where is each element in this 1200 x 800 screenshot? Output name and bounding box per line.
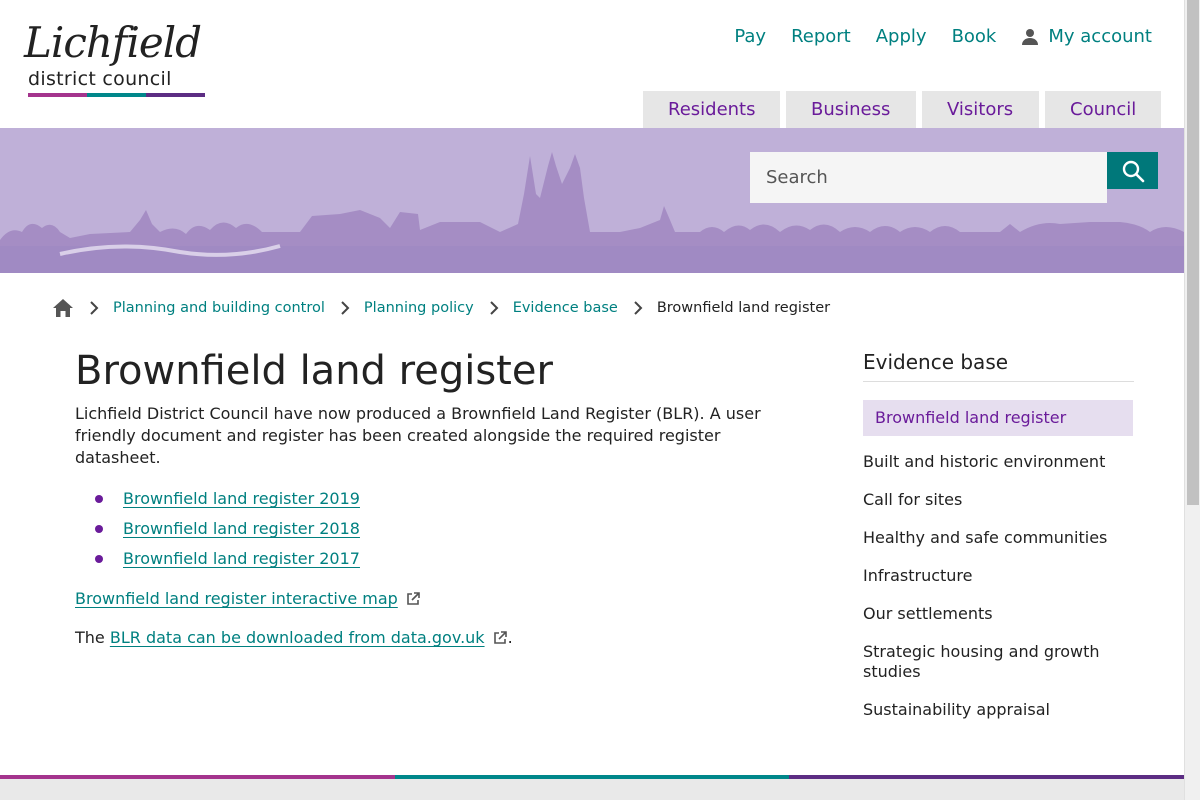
user-icon — [1022, 29, 1039, 45]
pay-link[interactable]: Pay — [734, 26, 766, 48]
book-link[interactable]: Book — [952, 26, 997, 48]
my-account-label: My account — [1048, 26, 1152, 47]
footer — [0, 779, 1184, 800]
download-paragraph: The BLR data can be downloaded from data… — [75, 627, 795, 649]
report-link[interactable]: Report — [791, 26, 851, 48]
bullet — [95, 525, 103, 533]
list-item: Brownfield land register 2019 — [75, 489, 795, 519]
interactive-map-paragraph: Brownfield land register interactive map — [75, 588, 795, 610]
register-2019-link[interactable]: Brownfield land register 2019 — [123, 489, 360, 508]
list-item: Brownfield land register 2018 — [75, 519, 795, 549]
sidebar-item-brownfield-land-register[interactable]: Brownfield land register — [863, 400, 1133, 436]
page: Lichfield district council Pay Report Ap… — [0, 0, 1184, 800]
sidebar-item-healthy-safe-communities[interactable]: Healthy and safe communities — [863, 528, 1134, 548]
home-icon — [53, 299, 73, 317]
breadcrumb: Planning and building control Planning p… — [52, 297, 830, 319]
chevron-right-icon — [489, 301, 499, 315]
list-item: Brownfield land register 2017 — [75, 549, 795, 579]
bullet — [95, 495, 103, 503]
main-content: Brownfield land register Lichfield Distr… — [75, 345, 795, 649]
page-title: Brownfield land register — [75, 348, 553, 394]
scrollbar-thumb[interactable] — [1187, 0, 1199, 505]
download-suffix: . — [507, 628, 513, 647]
bullet — [95, 555, 103, 563]
sidebar-item-call-for-sites[interactable]: Call for sites — [863, 490, 1134, 510]
chevron-right-icon — [90, 301, 99, 315]
breadcrumb-planning-building-control[interactable]: Planning and building control — [113, 298, 325, 318]
interactive-map-link[interactable]: Brownfield land register interactive map — [75, 588, 398, 610]
logo-subtitle: district council — [28, 68, 172, 90]
data-gov-uk-link[interactable]: BLR data can be downloaded from data.gov… — [110, 627, 485, 649]
breadcrumb-planning-policy[interactable]: Planning policy — [364, 298, 474, 318]
nav-tab-visitors[interactable]: Visitors — [922, 91, 1039, 128]
intro-paragraph: Lichfield District Council have now prod… — [75, 404, 761, 467]
chevron-right-icon — [341, 301, 350, 315]
breadcrumb-current: Brownfield land register — [656, 300, 831, 316]
register-links-list: Brownfield land register 2019 Brownfield… — [75, 489, 795, 579]
sidebar-item-sustainability-appraisal[interactable]: Sustainability appraisal — [863, 700, 1134, 720]
sidebar-item-infrastructure[interactable]: Infrastructure — [863, 566, 1134, 586]
logo-colour-bar — [28, 93, 205, 97]
sidebar-menu: Brownfield land register Built and histo… — [863, 400, 1134, 720]
external-link-icon — [493, 631, 507, 644]
search-input[interactable] — [750, 152, 1107, 203]
nav-tab-residents[interactable]: Residents — [643, 91, 780, 128]
hero-banner — [0, 128, 1184, 273]
council-logo[interactable]: Lichfield district council — [24, 22, 220, 98]
external-link-icon — [406, 592, 420, 605]
breadcrumb-evidence-base[interactable]: Evidence base — [513, 298, 618, 318]
search-button[interactable] — [1107, 152, 1158, 189]
search-icon — [1122, 160, 1144, 182]
sidebar-item-our-settlements[interactable]: Our settlements — [863, 604, 1134, 624]
register-2018-link[interactable]: Brownfield land register 2018 — [123, 519, 360, 538]
register-2017-link[interactable]: Brownfield land register 2017 — [123, 549, 360, 568]
sidebar-item-strategic-housing[interactable]: Strategic housing and growth studies — [863, 642, 1134, 682]
my-account-link[interactable]: My account — [1021, 26, 1152, 48]
page-scrollbar[interactable] — [1184, 0, 1200, 800]
nav-tab-council[interactable]: Council — [1045, 91, 1161, 128]
chevron-right-icon — [634, 301, 643, 315]
main-nav: Residents Business Visitors Council — [643, 91, 1161, 128]
breadcrumb-home[interactable] — [52, 297, 74, 319]
logo-wordmark: Lichfield — [24, 18, 202, 67]
sidebar-item-built-historic-environment[interactable]: Built and historic environment — [863, 452, 1134, 472]
download-prefix: The — [75, 628, 105, 647]
sidebar-title: Evidence base — [863, 348, 1134, 382]
apply-link[interactable]: Apply — [876, 26, 927, 48]
nav-tab-business[interactable]: Business — [786, 91, 916, 128]
section-sidebar: Evidence base Brownfield land register B… — [863, 348, 1134, 738]
utility-nav: Pay Report Apply Book My account — [734, 26, 1152, 48]
